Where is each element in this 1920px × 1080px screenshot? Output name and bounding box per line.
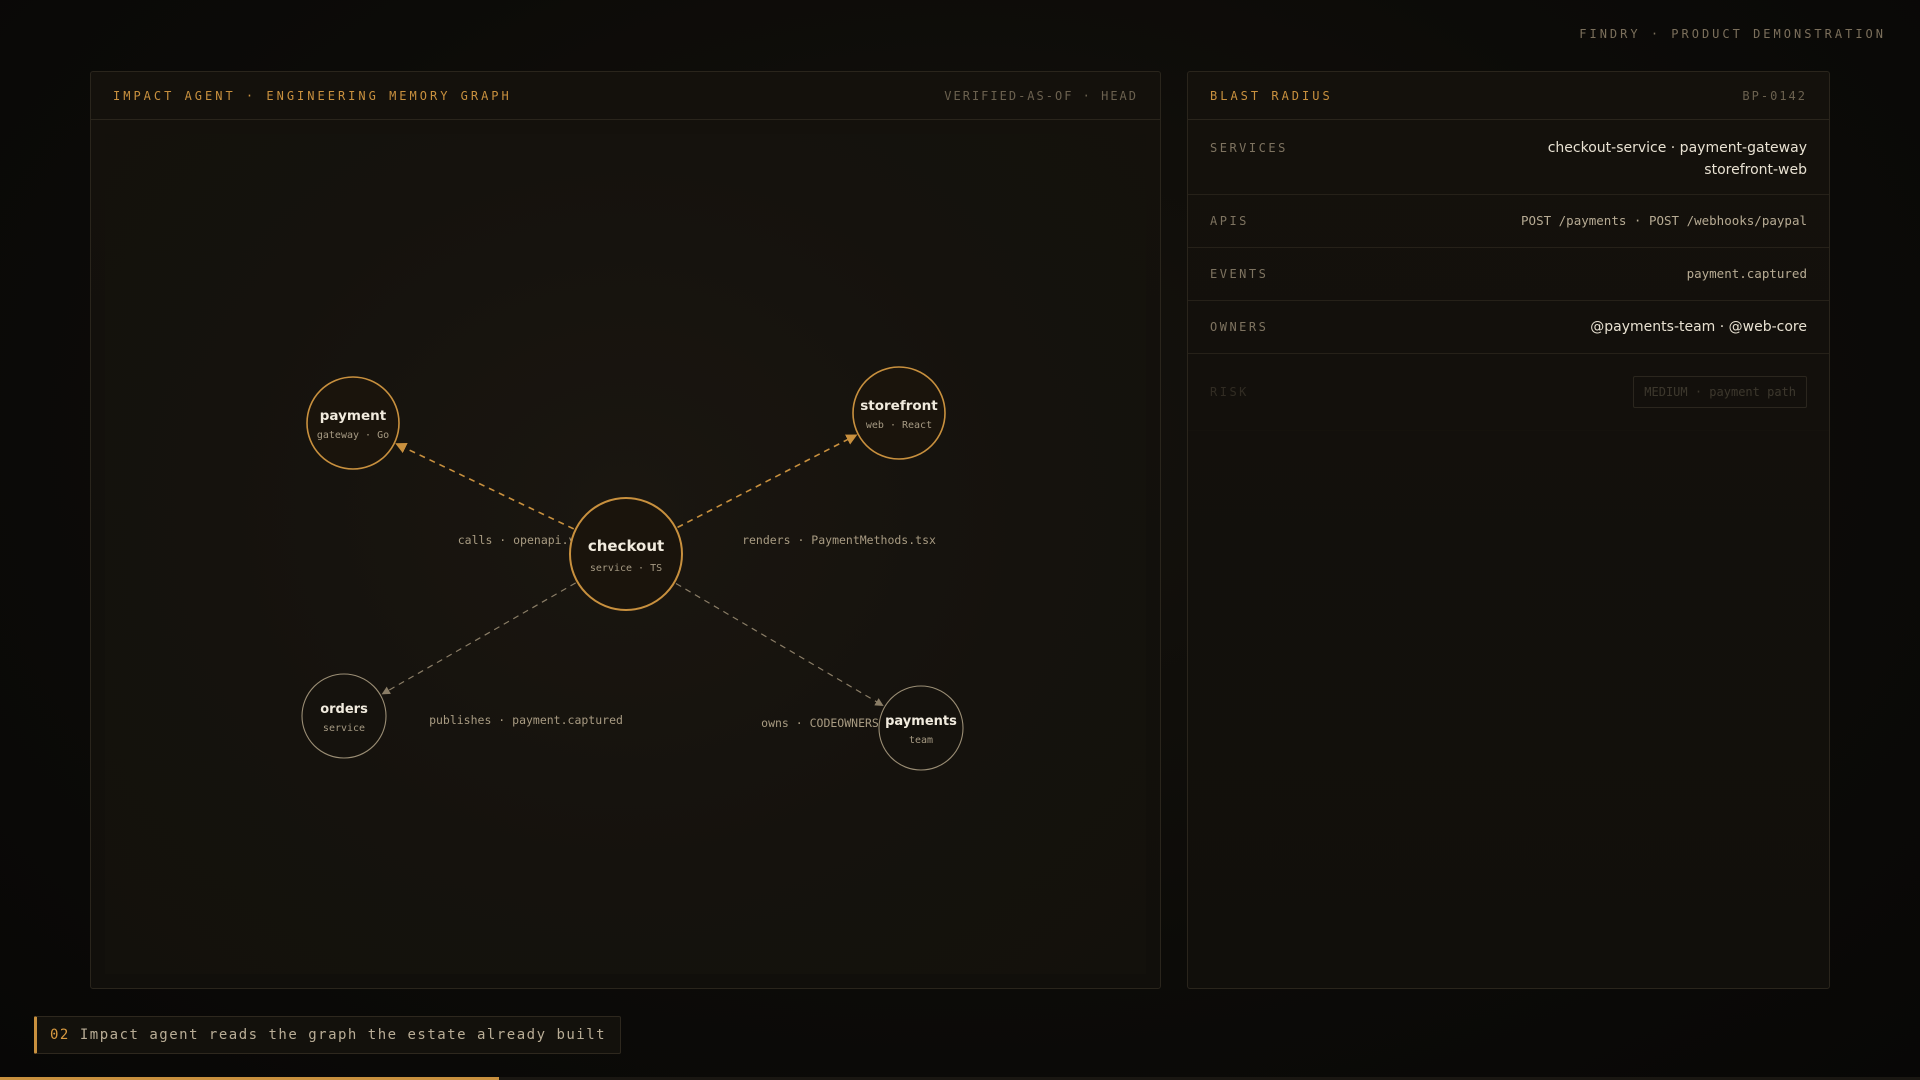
risk-badge: MEDIUM · payment path — [1633, 376, 1807, 408]
owners-value: @payments-team · @web-core — [1590, 319, 1807, 335]
node-storefront-title: storefront — [860, 398, 938, 414]
blast-radius-panel: BLAST RADIUS BP-0142 SERVICES checkout-s… — [1187, 71, 1830, 989]
node-payments: payments team — [878, 685, 964, 771]
edge-orders — [381, 582, 577, 695]
events-row: EVENTS payment.captured — [1188, 248, 1829, 301]
node-payment-subtitle: gateway · Go — [317, 430, 389, 441]
edge-label-storefront: renders · PaymentMethods.tsx — [742, 533, 936, 547]
brand-label: FINDRY · PRODUCT DEMONSTRATION — [1579, 27, 1886, 41]
node-storefront-subtitle: web · React — [866, 420, 932, 431]
node-checkout: checkout service · TS — [569, 497, 683, 611]
node-payments-title: payments — [885, 714, 957, 729]
services-label: SERVICES — [1210, 141, 1288, 155]
edge-payment — [395, 443, 575, 530]
step-caption: 02 Impact agent reads the graph the esta… — [34, 1016, 622, 1054]
services-row: SERVICES checkout-service · payment-gate… — [1188, 120, 1829, 195]
events-label: EVENTS — [1210, 267, 1269, 281]
step-number: 02 — [50, 1027, 70, 1043]
edge-label-orders: publishes · payment.captured — [429, 713, 623, 727]
graph-panel: IMPACT AGENT · ENGINEERING MEMORY GRAPH … — [90, 71, 1161, 989]
node-checkout-subtitle: service · TS — [590, 563, 662, 574]
memory-graph: calls · openapi.yaml renders · PaymentMet… — [301, 366, 964, 771]
node-payment: payment gateway · Go — [306, 376, 400, 470]
apis-row: APIS POST /payments · POST /webhooks/pay… — [1188, 195, 1829, 248]
services-line-1: checkout-service · payment-gateway — [1547, 140, 1807, 156]
owners-label: OWNERS — [1210, 320, 1269, 334]
graph-panel-header: IMPACT AGENT · ENGINEERING MEMORY GRAPH … — [91, 72, 1160, 120]
node-orders-subtitle: service — [323, 723, 365, 734]
graph-panel-status: VERIFIED-AS-OF · HEAD — [944, 88, 1138, 103]
edge-payments — [675, 582, 884, 706]
services-line-2: storefront-web — [1704, 162, 1807, 178]
edge-storefront — [677, 434, 858, 529]
owners-row: OWNERS @payments-team · @web-core — [1188, 301, 1829, 354]
node-payments-subtitle: team — [909, 735, 933, 746]
apis-value: POST /payments · POST /webhooks/paypal — [1521, 213, 1807, 228]
services-value: checkout-service · payment-gateway store… — [1548, 137, 1807, 181]
blast-radius-title: BLAST RADIUS — [1210, 88, 1333, 103]
node-payment-title: payment — [320, 408, 387, 424]
events-value: payment.captured — [1686, 266, 1807, 281]
risk-row: RISK MEDIUM · payment path — [1188, 354, 1829, 431]
apis-label: APIS — [1210, 214, 1249, 228]
step-text: Impact agent reads the graph the estate … — [79, 1027, 607, 1043]
node-checkout-title: checkout — [588, 537, 664, 555]
node-orders: orders service — [301, 673, 387, 759]
node-orders-title: orders — [320, 702, 368, 717]
blast-radius-header: BLAST RADIUS BP-0142 — [1188, 72, 1829, 120]
blast-radius-id: BP-0142 — [1742, 88, 1807, 103]
risk-label: RISK — [1210, 385, 1249, 399]
graph-panel-title: IMPACT AGENT · ENGINEERING MEMORY GRAPH — [113, 88, 512, 103]
node-storefront: storefront web · React — [852, 366, 946, 460]
edge-label-payments: owns · CODEOWNERS — [761, 716, 879, 730]
